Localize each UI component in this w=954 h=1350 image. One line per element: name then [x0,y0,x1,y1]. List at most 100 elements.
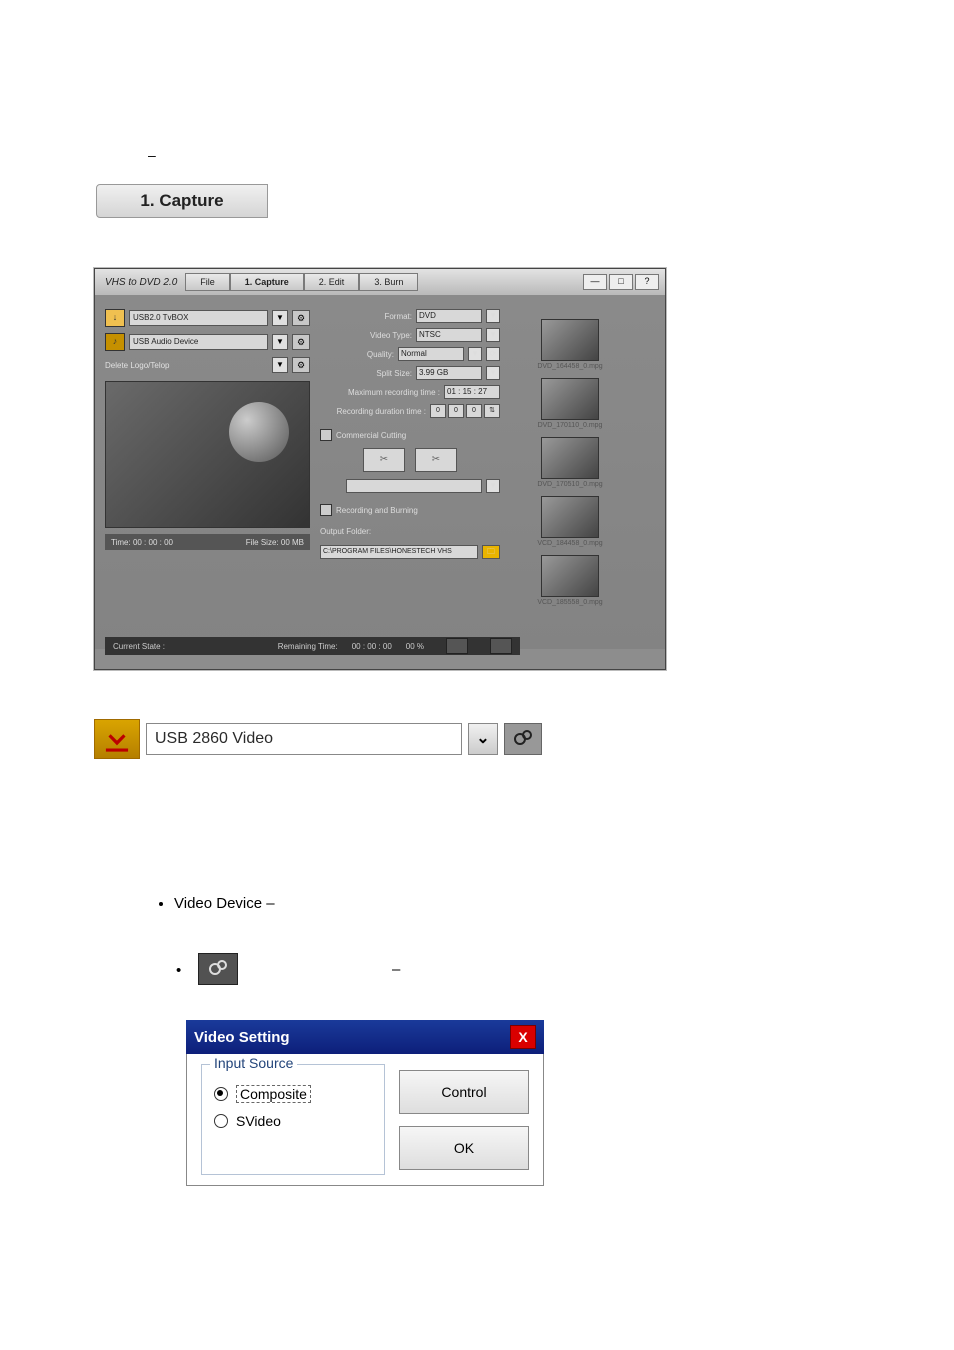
middle-pane: Format:DVD▼ Video Type:NTSC▼ Quality:Nor… [320,309,500,639]
splitsize-field[interactable]: 3.99 GB [416,366,482,380]
audio-icon: ♪ [105,333,125,351]
browse-folder-button[interactable]: 🗀 [482,545,500,559]
app-title: VHS to DVD 2.0 [95,277,177,288]
thumb-image [541,437,599,479]
cut-start-button[interactable]: ✂ [363,448,405,472]
videotype-field[interactable]: NTSC [416,328,482,342]
phase-dash-text: – [148,147,156,163]
video-device-settings-button[interactable] [504,723,542,755]
format-label: Format: [384,312,412,321]
time-value: 00 : 00 : 00 [133,538,173,547]
tab-burn[interactable]: 3. Burn [359,273,418,291]
thumbnail-pane: DVD_164458_0.mpg DVD_170110_0.mpg DVD_17… [510,309,630,639]
tab-capture[interactable]: 1. Capture [230,273,304,291]
ok-button-label: OK [454,1140,474,1156]
splitsize-label: Split Size: [376,369,412,378]
commercial-cutting-checkbox[interactable] [320,429,332,441]
thumb-item[interactable]: DVD_164458_0.mpg [540,319,600,370]
filesize-value: 00 MB [281,538,304,547]
window-controls: — □ ? [583,274,665,290]
video-device-dropdown-button[interactable]: ⌄ [468,723,498,755]
thumb-label: VCD_185558_0.mpg [537,599,602,606]
video-device-settings[interactable]: ⚙ [292,310,310,326]
ok-button[interactable]: OK [399,1126,529,1170]
audio-device-dropdown[interactable]: ▼ [272,334,288,350]
list-bullet-icon: • [176,962,181,979]
dialog-titlebar: Video Setting X [186,1020,544,1054]
thumb-item[interactable]: VCD_185558_0.mpg [540,555,600,606]
video-device-field[interactable]: USB2.0 TvBOX [129,310,268,326]
tab-edit[interactable]: 2. Edit [304,273,360,291]
capture-phase-tab[interactable]: 1. Capture [96,184,268,218]
duration-m[interactable]: 0 [448,404,464,418]
delete-logo-label: Delete Logo/Telop [105,361,268,370]
tab-file[interactable]: File [185,273,230,291]
maximize-button[interactable]: □ [609,274,633,290]
close-button[interactable]: X [510,1025,536,1049]
maxrec-label: Maximum recording time : [348,388,440,397]
recording-burning-row: Recording and Burning [320,504,500,516]
audio-device-settings[interactable]: ⚙ [292,334,310,350]
format-dropdown[interactable]: ▼ [486,309,500,323]
thumb-image [541,496,599,538]
quality-field[interactable]: Normal [398,347,464,361]
gear-icon [198,953,238,985]
video-setting-dialog: Video Setting X Input Source Composite S… [186,1020,544,1186]
stop-button[interactable] [490,638,512,654]
thumb-item[interactable]: DVD_170110_0.mpg [540,378,600,429]
capture-phase-label: 1. Capture [140,191,223,211]
delete-logo-settings[interactable]: ⚙ [292,357,310,373]
duration-spinner[interactable]: ⇅ [484,404,500,418]
duration-h[interactable]: 0 [430,404,446,418]
control-button-label: Control [441,1084,486,1100]
thumb-item[interactable]: VCD_184458_0.mpg [540,496,600,547]
filesize-label: File Size: [246,538,279,547]
quality-extra-button[interactable]: ⟳ [486,347,500,361]
input-source-legend: Input Source [210,1055,297,1071]
input-source-fieldset: Input Source Composite SVideo [201,1064,385,1175]
thumb-label: DVD_170510_0.mpg [537,481,602,488]
control-button[interactable]: Control [399,1070,529,1114]
status-bar: Current State : Remaining Time: 00 : 00 … [105,637,520,655]
record-button[interactable] [446,638,468,654]
cut-end-button[interactable]: ✂ [415,448,457,472]
splitsize-dropdown[interactable]: ▼ [486,366,500,380]
videotype-dropdown[interactable]: ▼ [486,328,500,342]
list-item-video-device: Video Device – [174,895,275,912]
thumb-item[interactable]: DVD_170510_0.mpg [540,437,600,488]
remaining-time-label: Remaining Time: [278,642,338,651]
radio-composite[interactable]: Composite [214,1085,372,1103]
delete-logo-row: Delete Logo/Telop ▼ ⚙ [105,357,310,373]
quality-dropdown[interactable]: ▼ [468,347,482,361]
audio-device-field[interactable]: USB Audio Device [129,334,268,350]
help-button[interactable]: ? [635,274,659,290]
duration-s[interactable]: 0 [466,404,482,418]
delete-logo-dropdown[interactable]: ▼ [272,357,288,373]
download-icon: ↓ [105,309,125,327]
list-item-settings-dash: – [392,961,400,978]
percent-value: 00 % [406,642,424,651]
radio-svideo[interactable]: SVideo [214,1113,372,1129]
video-preview [105,381,310,528]
commercial-cutting-label: Commercial Cutting [336,431,406,440]
minimize-button[interactable]: — [583,274,607,290]
video-device-dropdown[interactable]: ▼ [272,310,288,326]
phase-dash: – [148,147,156,163]
preview-status-bar: Time: 00 : 00 : 00 File Size: 00 MB [105,534,310,550]
video-device-input[interactable]: USB 2860 Video [146,723,462,755]
list-item-label: Video Device – [174,895,275,912]
app-window: VHS to DVD 2.0 File 1. Capture 2. Edit 3… [94,268,666,670]
output-folder-field[interactable]: C:\PROGRAM FILES\HONESTECH VHS [320,545,478,559]
cut-list-dropdown[interactable]: ▼ [486,479,500,493]
recording-burning-label: Recording and Burning [336,506,418,515]
videotype-label: Video Type: [370,331,412,340]
format-field[interactable]: DVD [416,309,482,323]
download-icon [94,719,140,759]
recording-burning-checkbox[interactable] [320,504,332,516]
output-folder-row: C:\PROGRAM FILES\HONESTECH VHS 🗀 [320,545,500,559]
cut-list-field[interactable] [346,479,482,493]
thumb-image [541,319,599,361]
current-state-label: Current State : [113,642,165,651]
app-titlebar: VHS to DVD 2.0 File 1. Capture 2. Edit 3… [95,269,665,295]
dialog-title: Video Setting [194,1029,290,1046]
